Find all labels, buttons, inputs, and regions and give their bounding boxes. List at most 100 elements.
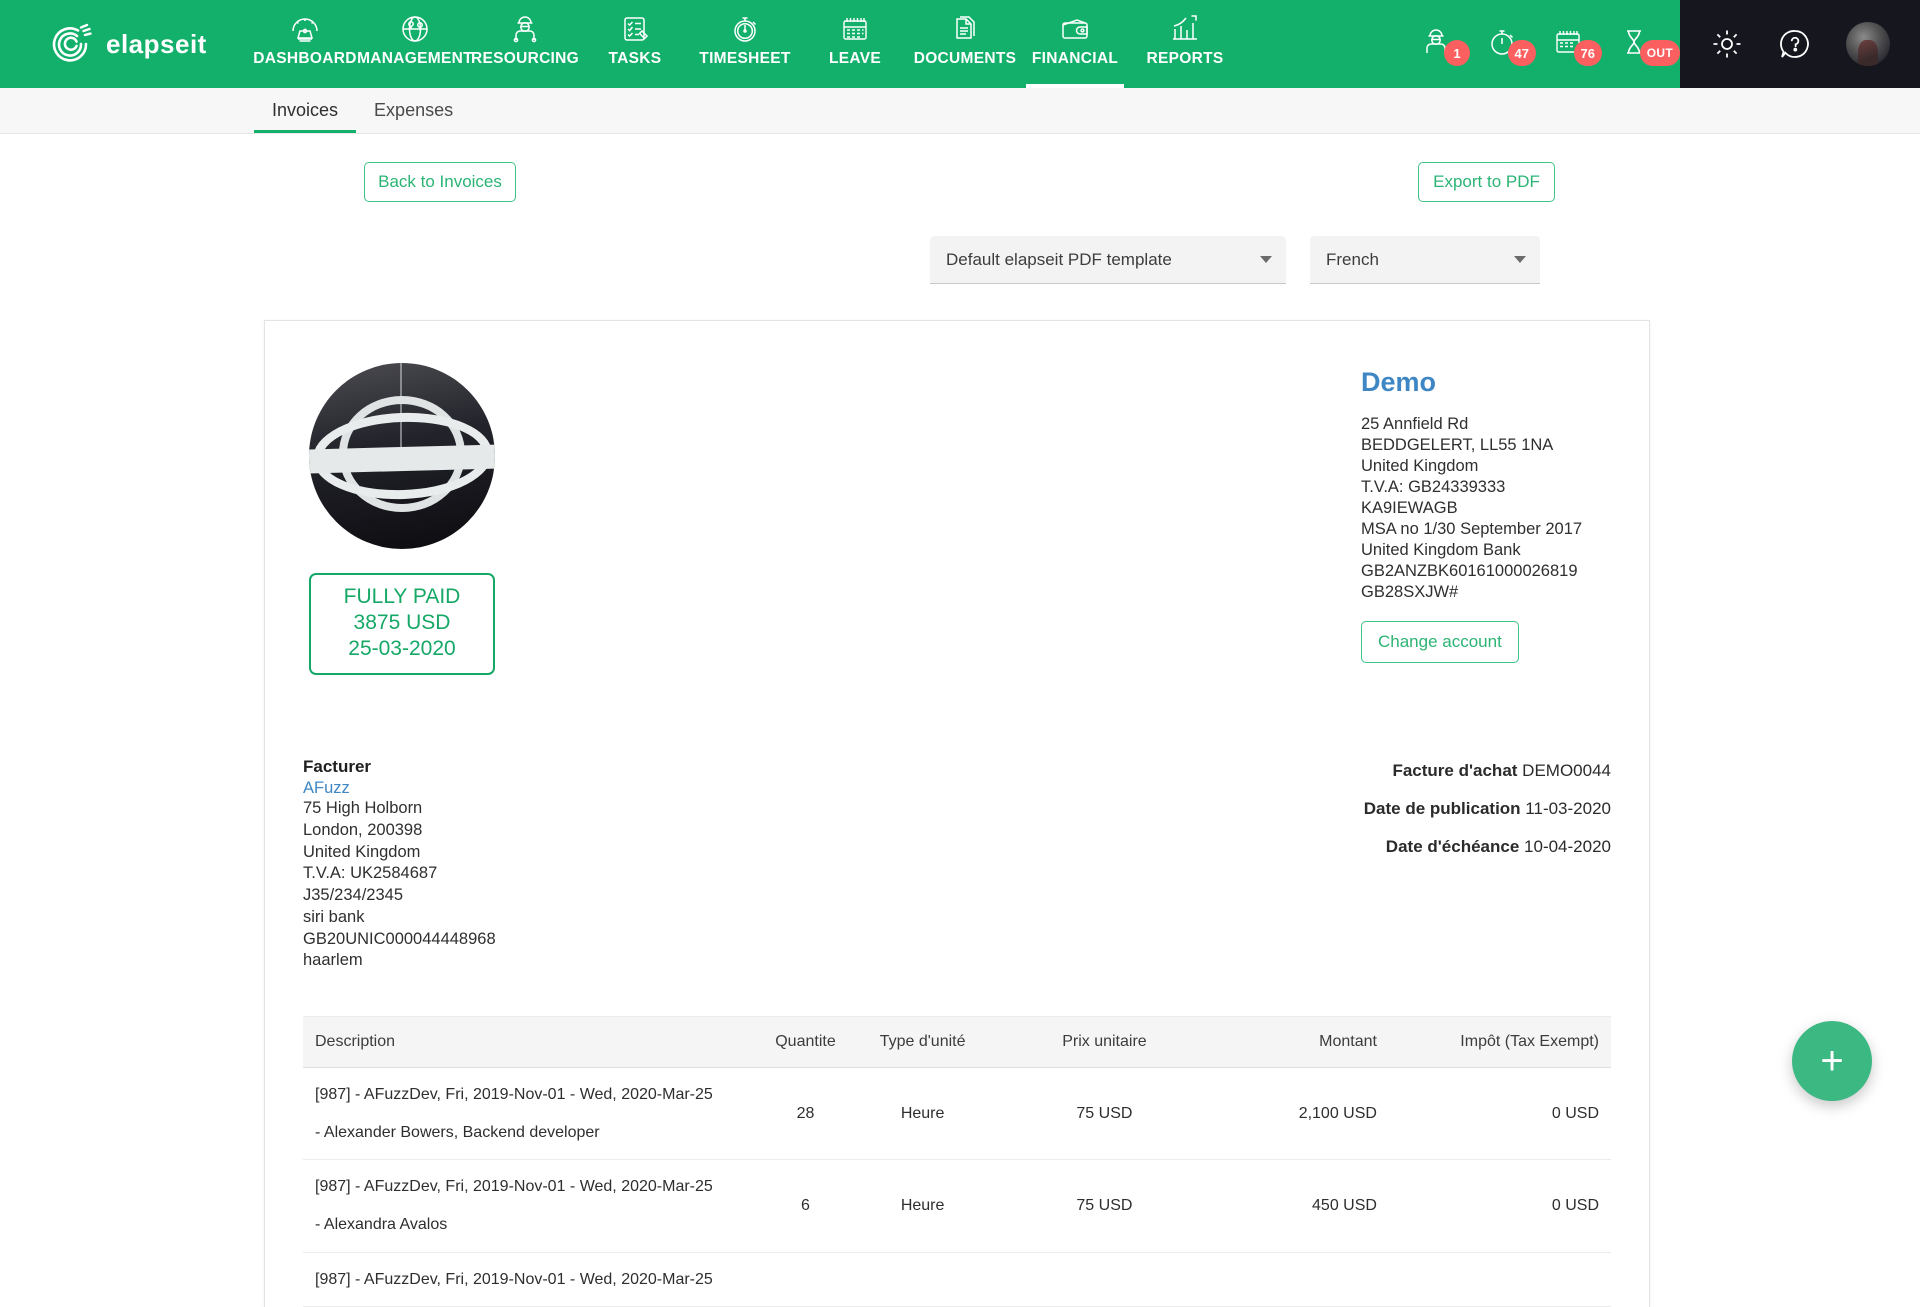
meta-label: Facture d'achat (1392, 761, 1517, 780)
bill-to-block: Facturer AFuzz 75 High Holborn London, 2… (303, 757, 763, 972)
nav-label: LEAVE (829, 50, 881, 68)
nav-label: RESOURCING (471, 50, 579, 68)
status-resourcing[interactable]: 1 (1416, 24, 1456, 64)
nav-item-leave[interactable]: LEAVE (800, 0, 910, 88)
cell-unit-price: 75 USD (992, 1160, 1217, 1252)
change-account-button[interactable]: Change account (1361, 621, 1519, 663)
paid-date-text: 25-03-2020 (311, 636, 493, 662)
column-header-quantity: Quantite (758, 1017, 854, 1068)
language-value: French (1326, 250, 1379, 270)
table-body: [987] - AFuzzDev, Fri, 2019-Nov-01 - Wed… (303, 1068, 1611, 1307)
table-header-row: Description Quantite Type d'unité Prix u… (303, 1017, 1611, 1068)
calendar-icon (840, 12, 870, 46)
invoice-meta-block: Facture d'achat DEMO0044 Date de publica… (1231, 757, 1611, 972)
cell-amount: 450 USD (1217, 1160, 1403, 1252)
nav-item-tasks[interactable]: TASKS (580, 0, 690, 88)
gear-icon[interactable] (1710, 27, 1744, 61)
nav-label: DOCUMENTS (914, 50, 1017, 68)
cell-description: [987] - AFuzzDev, Fri, 2019-Nov-01 - Wed… (303, 1252, 758, 1307)
cell-quantity: 28 (758, 1068, 854, 1160)
company-address-line: MSA no 1/30 September 2017 (1361, 519, 1611, 540)
nav-item-resourcing[interactable]: RESOURCING (470, 0, 580, 88)
meta-row: Date de publication 11-03-2020 (1231, 799, 1611, 819)
bill-to-line: GB20UNIC000044448968 (303, 929, 763, 951)
tab-label: Expenses (374, 100, 453, 121)
table-header: Description Quantite Type d'unité Prix u… (303, 1017, 1611, 1068)
sub-tab-bar: Invoices Expenses (0, 88, 1920, 134)
company-logo-image (309, 363, 495, 549)
bill-to-line: haarlem (303, 950, 763, 972)
tab-expenses[interactable]: Expenses (356, 88, 471, 133)
description-line-1: [987] - AFuzzDev, Fri, 2019-Nov-01 - Wed… (315, 1082, 746, 1108)
company-address-line: KA9IEWAGB (1361, 498, 1611, 519)
tab-invoices[interactable]: Invoices (254, 88, 356, 133)
bill-to-line: United Kingdom (303, 842, 763, 864)
cell-quantity: 6 (758, 1160, 854, 1252)
avatar[interactable] (1846, 22, 1890, 66)
invoice-logo-column: FULLY PAID 3875 USD 25-03-2020 (303, 363, 563, 675)
status-clock-out[interactable]: OUT (1614, 24, 1654, 64)
company-name: Demo (1361, 367, 1611, 398)
nav-label: MANAGEMENT (357, 50, 473, 68)
worker-icon (510, 12, 540, 46)
nav-label: TASKS (609, 50, 662, 68)
chevron-down-icon (1260, 256, 1272, 263)
cell-tax: 0 USD (1403, 1160, 1611, 1252)
cell-unit-type: Heure (853, 1160, 992, 1252)
action-row: Back to Invoices Export to PDF (0, 134, 1920, 220)
meta-row: Date d'échéance 10-04-2020 (1231, 837, 1611, 857)
status-timesheet[interactable]: 47 (1482, 24, 1522, 64)
nav-item-documents[interactable]: DOCUMENTS (910, 0, 1020, 88)
client-link[interactable]: AFuzz (303, 779, 763, 798)
cell-unit-type (853, 1252, 992, 1307)
paid-status-text: FULLY PAID (311, 584, 493, 610)
description-line-1: [987] - AFuzzDev, Fri, 2019-Nov-01 - Wed… (315, 1267, 746, 1293)
language-select[interactable]: French (1310, 236, 1540, 284)
status-badge: 1 (1444, 40, 1470, 66)
bill-to-line: J35/234/2345 (303, 885, 763, 907)
table-row: [987] - AFuzzDev, Fri, 2019-Nov-01 - Wed… (303, 1068, 1611, 1160)
nav-item-management[interactable]: MANAGEMENT (360, 0, 470, 88)
bill-to-line: London, 200398 (303, 820, 763, 842)
tab-label: Invoices (272, 100, 338, 121)
brand-logo[interactable]: elapseit (0, 0, 250, 88)
nav-item-financial[interactable]: FINANCIAL (1020, 0, 1130, 88)
back-to-invoices-button[interactable]: Back to Invoices (364, 162, 516, 202)
cell-unit-price (992, 1252, 1217, 1307)
meta-row: Facture d'achat DEMO0044 (1231, 761, 1611, 781)
bill-to-line: T.V.A: UK2584687 (303, 863, 763, 885)
company-address-line: GB2ANZBK60161000026819 (1361, 561, 1611, 582)
column-header-unit-type: Type d'unité (853, 1017, 992, 1068)
description-line-2: - Alexander Bowers, Backend developer (315, 1120, 746, 1146)
invoice-header: FULLY PAID 3875 USD 25-03-2020 Demo 25 A… (303, 363, 1611, 675)
cell-amount (1217, 1252, 1403, 1307)
nav-status-icons: 1 47 76 (1416, 0, 1680, 88)
cell-description: [987] - AFuzzDev, Fri, 2019-Nov-01 - Wed… (303, 1160, 758, 1252)
export-to-pdf-button[interactable]: Export to PDF (1418, 162, 1555, 202)
add-floating-action-button[interactable]: + (1792, 1021, 1872, 1101)
status-badge: 76 (1574, 40, 1602, 66)
meta-value: DEMO0044 (1522, 761, 1611, 780)
status-badge: 47 (1508, 40, 1536, 66)
status-badge-fully-paid: FULLY PAID 3875 USD 25-03-2020 (309, 573, 495, 675)
company-address-line: BEDDGELERT, LL55 1NA (1361, 435, 1611, 456)
brand-name: elapseit (106, 29, 207, 60)
nav-label: REPORTS (1146, 50, 1223, 68)
bill-to-line: siri bank (303, 907, 763, 929)
nav-label: TIMESHEET (699, 50, 790, 68)
help-chat-icon[interactable] (1778, 27, 1812, 61)
stopwatch-icon (730, 12, 760, 46)
status-badge: OUT (1640, 40, 1680, 66)
nav-item-dashboard[interactable]: DASHBOARD (250, 0, 360, 88)
table-row: [987] - AFuzzDev, Fri, 2019-Nov-01 - Wed… (303, 1252, 1611, 1307)
meta-value: 10-04-2020 (1524, 837, 1611, 856)
nav-item-timesheet[interactable]: TIMESHEET (690, 0, 800, 88)
nav-item-reports[interactable]: REPORTS (1130, 0, 1240, 88)
nav-label: FINANCIAL (1032, 50, 1118, 68)
cell-quantity (758, 1252, 854, 1307)
paid-amount-text: 3875 USD (311, 610, 493, 636)
pdf-template-select[interactable]: Default elapseit PDF template (930, 236, 1286, 284)
bill-to-title: Facturer (303, 757, 763, 777)
documents-icon (950, 12, 980, 46)
status-leave[interactable]: 76 (1548, 24, 1588, 64)
